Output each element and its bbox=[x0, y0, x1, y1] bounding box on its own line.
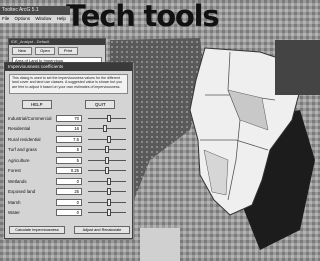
calculate-imperviousness-button[interactable]: Calculate Imperviousness bbox=[9, 226, 65, 234]
new-button[interactable]: New bbox=[12, 47, 32, 55]
tool-buttons: New Open Print bbox=[9, 45, 105, 57]
param-label: Water bbox=[8, 210, 20, 216]
param-slider[interactable] bbox=[88, 188, 126, 196]
dialog-button-row: HELP QUIT bbox=[5, 100, 132, 109]
param-label: Forest bbox=[8, 168, 21, 174]
param-label: Exposed land bbox=[8, 189, 36, 195]
param-label: Industrial/Commercial bbox=[8, 115, 52, 121]
menu-help[interactable]: Help bbox=[57, 16, 66, 21]
param-row: Turf and grass 5 bbox=[8, 145, 131, 156]
param-row: Marsh 0 bbox=[8, 197, 131, 208]
quit-button[interactable]: QUIT bbox=[85, 100, 116, 109]
slider-thumb[interactable] bbox=[106, 135, 111, 143]
param-slider[interactable] bbox=[88, 167, 126, 175]
slider-thumb[interactable] bbox=[106, 198, 111, 206]
param-value-field[interactable]: 7.5 bbox=[56, 135, 82, 143]
param-value-field[interactable]: 16 bbox=[56, 125, 82, 133]
slider-thumb[interactable] bbox=[106, 188, 111, 196]
tool-window: IDE_Analyst - Default New Open Print Are… bbox=[8, 38, 106, 64]
param-value-field[interactable]: 0 bbox=[56, 198, 82, 206]
param-label: Wetlands bbox=[8, 178, 27, 184]
param-label: Rural residential bbox=[8, 136, 41, 142]
menu-options[interactable]: Options bbox=[15, 16, 31, 21]
app-menubar: File Options Window Help bbox=[0, 15, 70, 23]
adjust-recalculate-button[interactable]: Adjust and Recalculate bbox=[74, 226, 130, 234]
param-slider[interactable] bbox=[88, 146, 126, 154]
param-value-field[interactable]: 70 bbox=[56, 114, 82, 122]
map-light-region bbox=[140, 228, 180, 261]
param-row: Residential 16 bbox=[8, 124, 131, 135]
app-titlebar: Tooltec ArcG 5.1 bbox=[0, 6, 70, 15]
param-row: Forest 0.25 bbox=[8, 166, 131, 177]
param-label: Marsh bbox=[8, 199, 21, 205]
param-slider[interactable] bbox=[88, 114, 126, 122]
slider-thumb[interactable] bbox=[105, 156, 109, 164]
param-row: Agriculture 5 bbox=[8, 155, 131, 166]
param-label: Residential bbox=[8, 126, 31, 132]
param-value-field[interactable]: 5 bbox=[56, 156, 82, 164]
menu-window[interactable]: Window bbox=[35, 16, 51, 21]
dialog-description: This dialog is used to set the imperviou… bbox=[9, 74, 128, 94]
imperviousness-dialog: Imperviousness coefficients This dialog … bbox=[4, 62, 133, 239]
param-value-field[interactable]: 0 bbox=[56, 209, 82, 217]
param-label: Turf and grass bbox=[8, 147, 37, 153]
slider-thumb[interactable] bbox=[103, 125, 108, 133]
param-slider[interactable] bbox=[88, 125, 126, 133]
param-row: Rural residential 7.5 bbox=[8, 134, 131, 145]
print-button[interactable]: Print bbox=[58, 47, 78, 55]
slider-thumb[interactable] bbox=[106, 177, 111, 185]
param-label: Agriculture bbox=[8, 157, 30, 163]
open-button[interactable]: Open bbox=[35, 47, 55, 55]
param-row: Wetlands 0 bbox=[8, 176, 131, 187]
param-value-field[interactable]: 0.25 bbox=[56, 167, 82, 175]
dialog-footer: Calculate Imperviousness Adjust and Reca… bbox=[9, 226, 130, 234]
param-slider[interactable] bbox=[88, 198, 126, 206]
help-button[interactable]: HELP bbox=[21, 100, 52, 109]
slider-thumb[interactable] bbox=[105, 167, 109, 175]
map-dark-patch bbox=[275, 40, 320, 95]
param-row: Water 0 bbox=[8, 208, 131, 219]
dialog-title: Imperviousness coefficients bbox=[5, 63, 132, 71]
param-slider[interactable] bbox=[88, 135, 126, 143]
param-value-field[interactable]: 5 bbox=[56, 146, 82, 154]
param-row: Exposed land 25 bbox=[8, 187, 131, 198]
param-slider[interactable] bbox=[88, 209, 126, 217]
param-value-field[interactable]: 25 bbox=[56, 188, 82, 196]
param-row: Industrial/Commercial 70 bbox=[8, 113, 131, 124]
menu-file[interactable]: File bbox=[2, 16, 9, 21]
slider-thumb[interactable] bbox=[106, 114, 111, 122]
param-slider[interactable] bbox=[88, 156, 126, 164]
param-value-field[interactable]: 0 bbox=[56, 177, 82, 185]
slider-thumb[interactable] bbox=[106, 209, 111, 217]
param-list: Industrial/Commercial 70 Residential 16 Rura… bbox=[8, 113, 131, 218]
param-slider[interactable] bbox=[88, 177, 126, 185]
slider-thumb[interactable] bbox=[105, 146, 109, 154]
